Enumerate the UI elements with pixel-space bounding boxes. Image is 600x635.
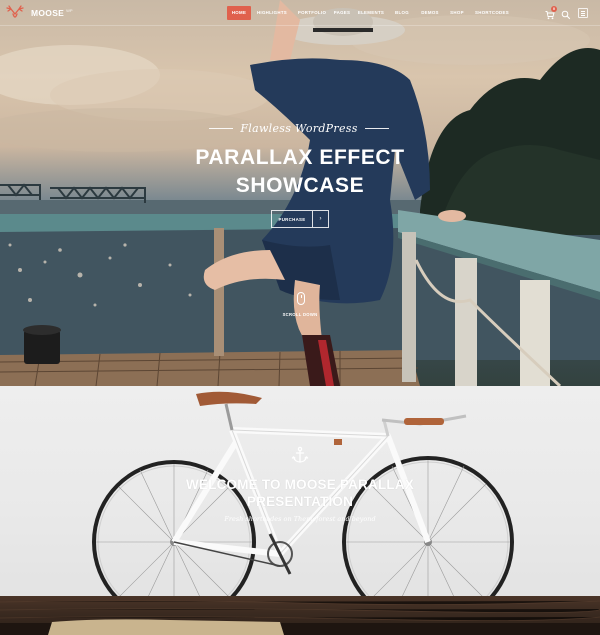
scroll-down-link[interactable]: SCROLL DOWN — [270, 312, 330, 317]
anchor-icon — [291, 446, 309, 463]
wood-table-image — [0, 600, 600, 635]
top-navbar: MOOSE WP HOME HIGHLIGHTS PORTFOLIO PAGES… — [0, 0, 600, 26]
chevron-right-icon: › — [312, 211, 328, 227]
hamburger-menu-icon — [581, 11, 585, 12]
hamburger-menu-button[interactable] — [578, 8, 588, 18]
divider-line-left — [209, 127, 234, 129]
welcome-section: WELCOME TO MOOSE PARALLAX PRESENTATION F… — [0, 386, 600, 596]
hero-section: MOOSE WP HOME HIGHLIGHTS PORTFOLIO PAGES… — [0, 0, 600, 386]
welcome-title-line1: WELCOME TO MOOSE PARALLAX — [185, 477, 414, 492]
search-icon — [561, 10, 571, 20]
nav-item-shortcodes[interactable]: SHORTCODES — [469, 6, 515, 20]
brand-suffix: WP — [66, 7, 73, 13]
hero-title-line1: PARALLAX EFFECT — [195, 146, 405, 169]
purchase-button-label: PURCHASE — [278, 216, 306, 222]
cart-count-badge: 0 — [551, 6, 557, 12]
hero-kicker: Flawless WordPress — [240, 121, 358, 135]
welcome-title: WELCOME TO MOOSE PARALLAX PRESENTATION — [150, 476, 450, 510]
hero-title-line2: SHOWCASE — [235, 174, 365, 197]
divider-line-right — [364, 127, 389, 129]
nav-item-pages[interactable]: PAGES — [331, 6, 353, 20]
brand-home-link[interactable]: MOOSE WP — [4, 5, 73, 21]
nav-item-shop[interactable]: SHOP — [445, 6, 469, 20]
nav-item-highlights[interactable]: HIGHLIGHTS — [251, 6, 293, 20]
nav-item-home[interactable]: HOME — [227, 6, 251, 20]
purchase-button[interactable]: PURCHASE › — [271, 210, 329, 228]
welcome-subtitle: Fresh shortcodes on Themeforest and beyo… — [224, 515, 376, 523]
brand-name: MOOSE — [31, 8, 65, 18]
wood-table-section — [0, 596, 600, 635]
cart-button[interactable]: 0 — [545, 6, 557, 20]
welcome-title-line2: PRESENTATION — [246, 494, 354, 509]
main-menu: HOME HIGHLIGHTS PORTFOLIO PAGES ELEMENTS… — [227, 6, 515, 20]
moose-antlers-icon — [6, 5, 24, 18]
nav-item-portfolio[interactable]: PORTFOLIO — [293, 6, 331, 20]
nav-item-demos[interactable]: DEMOS — [415, 6, 445, 20]
mouse-icon[interactable] — [297, 292, 305, 305]
nav-item-blog[interactable]: BLOG — [389, 6, 415, 20]
hero-kicker-row: Flawless WordPress — [206, 121, 392, 135]
hero-title: PARALLAX EFFECT SHOWCASE — [150, 144, 450, 200]
nav-item-elements[interactable]: ELEMENTS — [353, 6, 389, 20]
search-button[interactable] — [561, 7, 571, 20]
